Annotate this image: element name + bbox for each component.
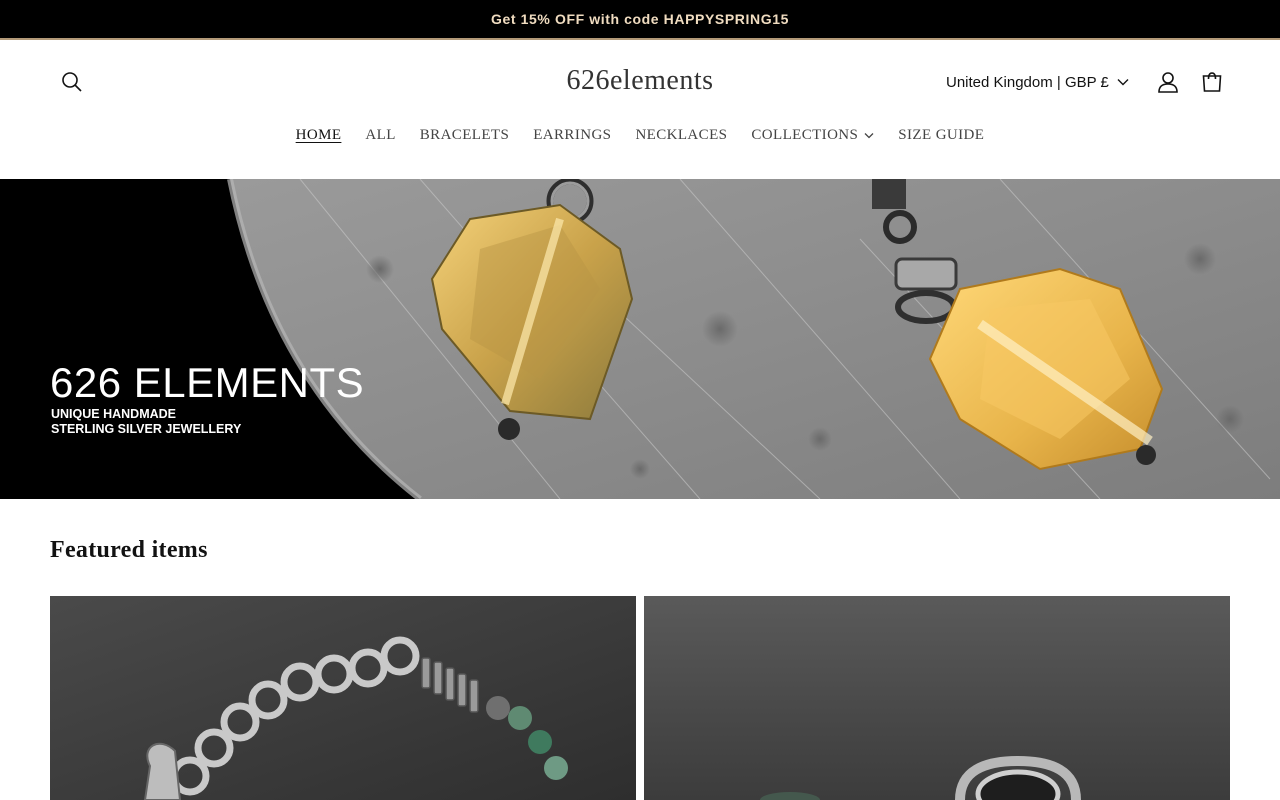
country-selector-label: United Kingdom | GBP £: [946, 73, 1109, 91]
account-button[interactable]: [1148, 62, 1188, 102]
product-card[interactable]: [644, 596, 1230, 800]
product-image-bracelet: [50, 596, 636, 800]
account-icon: [1158, 72, 1178, 93]
hero-title: 626 ELEMENTS: [50, 359, 365, 406]
nav-item-necklaces[interactable]: NECKLACES: [623, 125, 739, 146]
product-image-ring: [644, 596, 1230, 800]
nav-item-all[interactable]: ALL: [353, 125, 407, 146]
nav-item-earrings[interactable]: EARRINGS: [521, 125, 623, 146]
cart-button[interactable]: [1192, 62, 1232, 102]
nav-item-label: SIZE GUIDE: [898, 127, 985, 143]
site-header: 626elements United Kingdom | GBP £ HOME …: [0, 41, 1280, 179]
nav-item-size-guide[interactable]: SIZE GUIDE: [886, 125, 996, 146]
nav-item-label: NECKLACES: [635, 127, 728, 143]
country-selector[interactable]: United Kingdom | GBP £: [946, 69, 1129, 95]
nav-item-bracelets[interactable]: BRACELETS: [408, 125, 521, 146]
chevron-down-icon: [864, 133, 874, 139]
nav-item-label: HOME: [295, 127, 342, 143]
announcement-bar: Get 15% OFF with code HAPPYSPRING15: [0, 0, 1280, 40]
nav-item-label: COLLECTIONS: [751, 127, 859, 143]
hero-subtitle-line: STERLING SILVER JEWELLERY: [51, 422, 242, 436]
nav-item-home[interactable]: HOME: [284, 125, 354, 146]
chevron-down-icon: [1117, 79, 1129, 86]
nav-item-label: BRACELETS: [419, 127, 510, 143]
hero-image: [0, 179, 1280, 499]
featured-section-title: Featured items: [50, 537, 208, 563]
hero-subtitle-line: UNIQUE HANDMADE: [51, 407, 176, 421]
hero-banner[interactable]: 626 ELEMENTS UNIQUE HANDMADE STERLING SI…: [0, 179, 1280, 499]
nav-item-collections[interactable]: COLLECTIONS: [739, 125, 886, 146]
logo-link[interactable]: 626elements: [566, 65, 713, 96]
nav-item-label: EARRINGS: [533, 127, 612, 143]
nav-item-label: ALL: [365, 127, 396, 143]
announcement-text: Get 15% OFF with code HAPPYSPRING15: [491, 11, 789, 27]
main-navigation: HOME ALL BRACELETS EARRINGS NECKLACES CO…: [0, 125, 1280, 146]
cart-icon: [1202, 72, 1222, 92]
product-card[interactable]: [50, 596, 636, 800]
hero-subtitle: UNIQUE HANDMADE STERLING SILVER JEWELLER…: [51, 407, 241, 437]
